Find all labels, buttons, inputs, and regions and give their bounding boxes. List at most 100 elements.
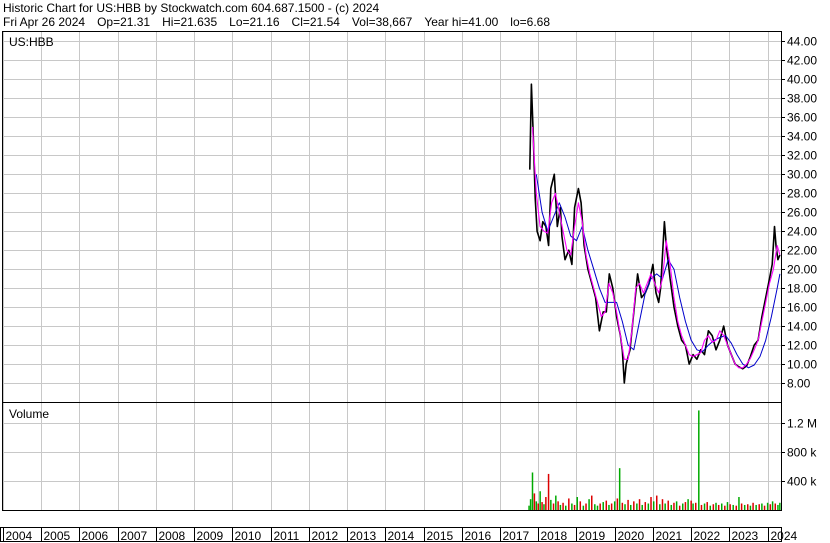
volume-bar bbox=[565, 505, 567, 510]
long-moving-average-line bbox=[535, 174, 781, 369]
volume-bars bbox=[528, 410, 781, 510]
price-lines bbox=[529, 83, 781, 384]
volume-bar bbox=[761, 503, 763, 510]
volume-bar bbox=[568, 498, 570, 510]
volume-bar bbox=[528, 505, 530, 510]
price-tick-label: 16.00 bbox=[787, 301, 817, 315]
volume-bar bbox=[591, 495, 593, 510]
close-price-line bbox=[529, 83, 781, 384]
year-tick-label: 2013 bbox=[350, 529, 377, 543]
volume-bar bbox=[618, 468, 621, 510]
volume-bar bbox=[712, 504, 715, 510]
volume-bar bbox=[537, 503, 539, 510]
volume-tick-label: 400 k bbox=[787, 475, 817, 489]
volume-bar bbox=[667, 500, 669, 510]
volume-bar bbox=[715, 502, 717, 510]
volume-bar bbox=[729, 504, 731, 510]
price-tick-label: 18.00 bbox=[787, 282, 817, 296]
volume-bar bbox=[659, 504, 661, 510]
year-tick-label: 2016 bbox=[465, 529, 492, 543]
volume-bar bbox=[717, 504, 720, 510]
volume-bar bbox=[641, 504, 643, 510]
volume-bar bbox=[746, 504, 749, 510]
year-tick-label: 2009 bbox=[197, 529, 224, 543]
price-axis: 8.00 10.00 12.00 14.00 16.00 18.00 20.00 22.00 2… bbox=[781, 35, 817, 391]
year-tick-label: 2024 bbox=[771, 529, 798, 543]
volume-axis: 400 k 800 k 1.2 M bbox=[781, 417, 817, 489]
year-tick-label: 2015 bbox=[427, 529, 454, 543]
volume-bar bbox=[585, 503, 587, 510]
price-grid bbox=[3, 32, 781, 402]
volume-bar bbox=[599, 503, 601, 510]
price-tick-label: 28.00 bbox=[787, 187, 817, 201]
volume-panel-frame bbox=[2, 402, 782, 511]
short-moving-average-line bbox=[531, 126, 781, 369]
volume-bar bbox=[687, 499, 689, 510]
volume-bar bbox=[588, 499, 590, 510]
year-tick-label: 2014 bbox=[388, 529, 415, 543]
volume-bar bbox=[594, 504, 596, 510]
volume-bar bbox=[681, 503, 684, 510]
price-tick-label: 40.00 bbox=[787, 73, 817, 87]
volume-bar bbox=[769, 504, 772, 510]
volume-tick-label: 1.2 M bbox=[787, 417, 817, 431]
volume-bar bbox=[576, 497, 578, 510]
year-tick-label: 2021 bbox=[656, 529, 683, 543]
volume-bar bbox=[550, 499, 552, 510]
volume-bar bbox=[700, 504, 703, 510]
year-tick-label: 2020 bbox=[618, 529, 645, 543]
price-tick-label: 34.00 bbox=[787, 130, 817, 144]
price-tick-label: 44.00 bbox=[787, 35, 817, 49]
year-tick-label: 2006 bbox=[82, 529, 109, 543]
price-tick-label: 22.00 bbox=[787, 244, 817, 258]
volume-bar bbox=[533, 493, 536, 510]
price-tick-label: 42.00 bbox=[787, 54, 817, 68]
volume-grid bbox=[3, 403, 781, 510]
price-tick-label: 30.00 bbox=[787, 168, 817, 182]
volume-bar bbox=[709, 505, 712, 510]
volume-bar bbox=[531, 472, 534, 510]
price-tick-label: 20.00 bbox=[787, 263, 817, 277]
volume-bar bbox=[678, 505, 681, 510]
volume-bar bbox=[608, 504, 610, 510]
volume-bar bbox=[547, 473, 550, 510]
volume-bar bbox=[552, 503, 555, 510]
volume-bar bbox=[771, 501, 774, 510]
price-tick-label: 10.00 bbox=[787, 358, 817, 372]
year-tick-label: 2011 bbox=[274, 529, 300, 543]
volume-bar bbox=[652, 501, 655, 510]
year-tick-label: 2008 bbox=[159, 529, 186, 543]
year-tick-label: 2018 bbox=[541, 529, 568, 543]
volume-tick-label: 800 k bbox=[787, 446, 817, 460]
year-tick-label: 2005 bbox=[44, 529, 71, 543]
volume-bar bbox=[766, 502, 769, 510]
year-tick-label: 2007 bbox=[121, 529, 148, 543]
volume-bar bbox=[647, 503, 650, 510]
volume-bar bbox=[720, 503, 723, 510]
volume-bar bbox=[703, 503, 706, 510]
volume-bar bbox=[613, 501, 616, 510]
symbol-label: US:HBB bbox=[9, 35, 54, 49]
volume-bar bbox=[630, 504, 632, 510]
volume-bar bbox=[743, 504, 746, 510]
year-tick-label: 2017 bbox=[503, 529, 530, 543]
volume-bar bbox=[777, 504, 779, 510]
volume-bar bbox=[692, 503, 694, 510]
volume-bar bbox=[539, 491, 541, 510]
volume-bar bbox=[779, 502, 781, 510]
volume-bar bbox=[755, 504, 757, 510]
volume-bar bbox=[749, 505, 752, 510]
volume-bar bbox=[763, 505, 766, 510]
year-tick-label: 2023 bbox=[732, 529, 759, 543]
volume-bar bbox=[698, 410, 700, 510]
volume-bar bbox=[627, 499, 629, 510]
volume-bar bbox=[638, 499, 641, 510]
price-tick-label: 36.00 bbox=[787, 111, 817, 125]
volume-bar bbox=[684, 502, 687, 510]
volume-bar bbox=[735, 505, 738, 510]
volume-bar bbox=[694, 502, 697, 510]
volume-bar bbox=[650, 497, 652, 510]
volume-bar bbox=[545, 497, 547, 510]
volume-bar bbox=[541, 502, 543, 510]
volume-bar bbox=[774, 503, 777, 510]
